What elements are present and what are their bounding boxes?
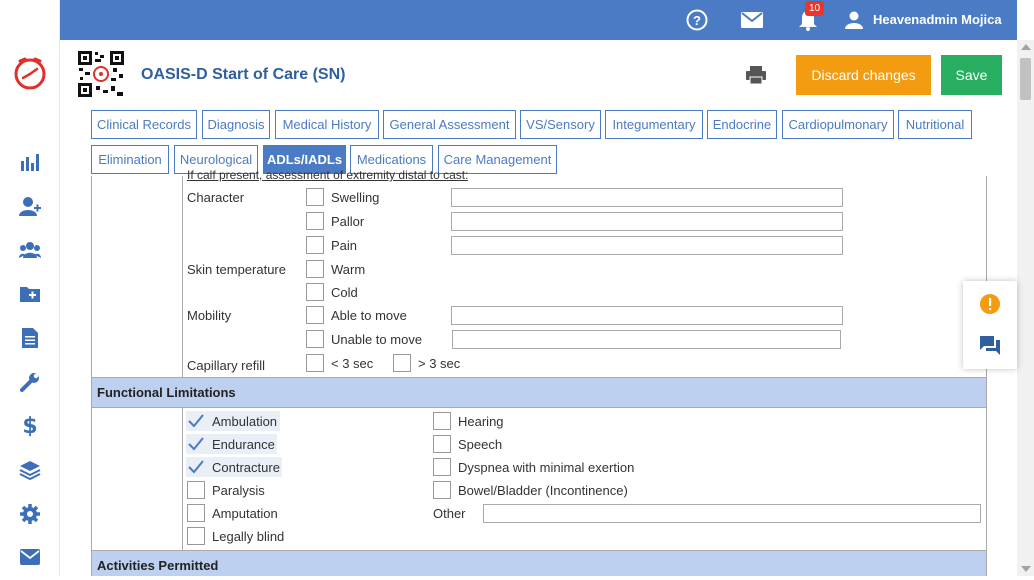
pain-label: Pain bbox=[331, 238, 358, 253]
capillary-less-3-checkbox[interactable] bbox=[306, 354, 324, 372]
dollar-icon[interactable]: $ bbox=[18, 414, 42, 439]
column-divider bbox=[182, 176, 183, 377]
column-divider bbox=[182, 408, 183, 550]
scrollbar-thumb[interactable] bbox=[1020, 58, 1031, 100]
save-button[interactable]: Save bbox=[941, 55, 1002, 95]
tab-nutritional[interactable]: Nutritional bbox=[898, 110, 972, 139]
contracture-checkmark-icon[interactable] bbox=[187, 458, 205, 476]
capillary-more-3-checkbox[interactable] bbox=[393, 354, 411, 372]
tab-medical-history[interactable]: Medical History bbox=[275, 110, 379, 139]
cold-label: Cold bbox=[331, 285, 358, 300]
amputation-label: Amputation bbox=[212, 506, 278, 521]
activities-permitted-heading: Activities Permitted bbox=[92, 551, 986, 576]
gear-icon[interactable] bbox=[18, 502, 42, 526]
wrench-icon[interactable] bbox=[18, 370, 42, 394]
bar-chart-icon[interactable] bbox=[18, 150, 42, 174]
hearing-checkbox[interactable] bbox=[433, 412, 451, 430]
app-logo-icon[interactable] bbox=[12, 55, 48, 91]
pallor-label: Pallor bbox=[331, 214, 365, 229]
unable-to-move-label: Unable to move bbox=[331, 332, 423, 347]
able-to-move-input[interactable] bbox=[451, 306, 843, 325]
skin-temperature-label: Skin temperature bbox=[187, 262, 286, 277]
discard-changes-button[interactable]: Discard changes bbox=[796, 55, 931, 95]
vertical-scrollbar[interactable] bbox=[1017, 40, 1034, 576]
page-title: OASIS-D Start of Care (SN) bbox=[141, 66, 346, 83]
user-name[interactable]: Heavenadmin Mojica bbox=[873, 12, 1002, 27]
tab-integumentary[interactable]: Integumentary bbox=[605, 110, 703, 139]
document-icon[interactable] bbox=[18, 326, 42, 350]
endurance-checkmark-icon[interactable] bbox=[187, 435, 205, 453]
speech-label: Speech bbox=[458, 437, 503, 452]
user-avatar-icon[interactable] bbox=[842, 8, 866, 32]
contracture-label: Contracture bbox=[212, 460, 280, 475]
bowel-bladder-checkbox[interactable] bbox=[433, 481, 451, 499]
alert-icon[interactable] bbox=[979, 293, 1001, 315]
capillary-refill-label: Capillary refill bbox=[187, 358, 266, 373]
tab-endocrine[interactable]: Endocrine bbox=[707, 110, 777, 139]
mobility-label: Mobility bbox=[187, 308, 232, 323]
unable-to-move-checkbox[interactable] bbox=[306, 330, 324, 348]
messages-icon[interactable] bbox=[740, 8, 764, 32]
pain-checkbox[interactable] bbox=[306, 236, 324, 254]
capillary-more-3-label: > 3 sec bbox=[418, 356, 461, 371]
swelling-label: Swelling bbox=[331, 190, 380, 205]
team-icon[interactable] bbox=[18, 238, 42, 262]
chat-icon[interactable] bbox=[979, 335, 1001, 357]
character-label: Character bbox=[187, 190, 245, 205]
tab-cardiopulmonary[interactable]: Cardiopulmonary bbox=[782, 110, 894, 139]
tab-general-assessment[interactable]: General Assessment bbox=[383, 110, 516, 139]
endurance-label: Endurance bbox=[212, 437, 275, 452]
extremity-instruction-text: If calf present, assessment of extremity… bbox=[187, 170, 469, 182]
hearing-label: Hearing bbox=[458, 414, 504, 429]
able-to-move-label: Able to move bbox=[331, 308, 407, 323]
amputation-checkbox[interactable] bbox=[187, 504, 205, 522]
add-patient-icon[interactable] bbox=[18, 194, 42, 218]
warm-checkbox[interactable] bbox=[306, 260, 324, 278]
svg-text:?: ? bbox=[693, 13, 701, 28]
speech-checkbox[interactable] bbox=[433, 435, 451, 453]
swelling-input[interactable] bbox=[451, 188, 843, 207]
other-label: Other bbox=[433, 506, 466, 521]
add-folder-icon[interactable] bbox=[18, 282, 42, 306]
capillary-less-3-label: < 3 sec bbox=[331, 356, 374, 371]
ambulation-checkmark-icon[interactable] bbox=[187, 412, 205, 430]
help-icon[interactable]: ? bbox=[685, 8, 709, 32]
pallor-input[interactable] bbox=[451, 212, 843, 231]
functional-limitations-heading: Functional Limitations bbox=[92, 378, 986, 407]
paralysis-checkbox[interactable] bbox=[187, 481, 205, 499]
other-input[interactable] bbox=[483, 504, 981, 523]
print-icon[interactable] bbox=[745, 64, 767, 86]
mail-icon[interactable] bbox=[18, 545, 42, 569]
left-sidebar: $ bbox=[0, 0, 60, 576]
tab-elimination[interactable]: Elimination bbox=[91, 145, 169, 174]
unable-to-move-input[interactable] bbox=[452, 330, 841, 349]
legally-blind-checkbox[interactable] bbox=[187, 527, 205, 545]
paralysis-label: Paralysis bbox=[212, 483, 265, 498]
dyspnea-checkbox[interactable] bbox=[433, 458, 451, 476]
scroll-up-arrow-icon[interactable] bbox=[1021, 44, 1031, 50]
ambulation-label: Ambulation bbox=[212, 414, 278, 429]
bowel-bladder-label: Bowel/Bladder (Incontinence) bbox=[458, 483, 628, 498]
cold-checkbox[interactable] bbox=[306, 283, 324, 301]
scroll-down-arrow-icon[interactable] bbox=[1021, 566, 1031, 572]
tab-diagnosis[interactable]: Diagnosis bbox=[202, 110, 270, 139]
tab-clinical-records[interactable]: Clinical Records bbox=[91, 110, 197, 139]
layers-icon[interactable] bbox=[18, 458, 42, 482]
pallor-checkbox[interactable] bbox=[306, 212, 324, 230]
legally-blind-label: Legally blind bbox=[212, 529, 285, 544]
section-divider bbox=[91, 407, 987, 408]
swelling-checkbox[interactable] bbox=[306, 188, 324, 206]
dyspnea-label: Dyspnea with minimal exertion bbox=[458, 460, 635, 475]
pain-input[interactable] bbox=[451, 236, 843, 255]
able-to-move-checkbox[interactable] bbox=[306, 306, 324, 324]
notification-count-badge: 10 bbox=[805, 1, 825, 16]
tab-vs-sensory[interactable]: VS/Sensory bbox=[520, 110, 601, 139]
qr-code-icon bbox=[77, 50, 125, 98]
warm-label: Warm bbox=[331, 262, 366, 277]
